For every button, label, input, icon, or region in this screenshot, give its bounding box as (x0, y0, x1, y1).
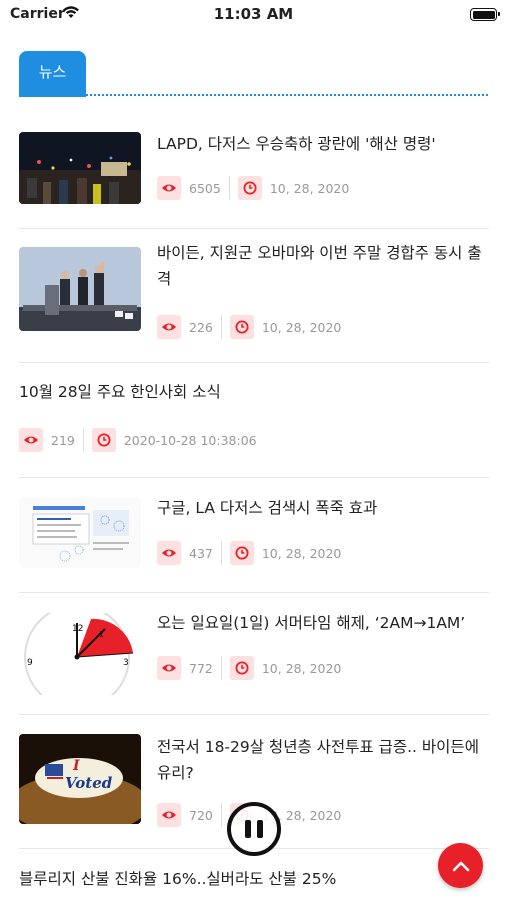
clock-numeral: 12 (72, 624, 83, 634)
sticker-text: Voted (65, 774, 113, 792)
news-meta: 219 2020-10-28 10:38:06 (19, 427, 257, 453)
clock-icon (237, 176, 262, 200)
view-count: 720 (189, 807, 213, 823)
news-title: 구글, LA 다저스 검색시 폭죽 효과 (157, 499, 378, 517)
news-title: 오는 일요일(1일) 서머타임 해제, ‘2AM→1AM’ (157, 614, 466, 632)
news-item[interactable]: 10월 28일 주요 한인사회 소식 219 2020-10-28 10:38:… (19, 363, 489, 478)
eye-icon (157, 656, 181, 680)
eye-icon (157, 541, 181, 565)
meta-divider (220, 541, 222, 565)
scroll-top-button[interactable] (438, 843, 483, 888)
news-thumbnail (19, 132, 141, 204)
view-count: 219 (51, 432, 75, 448)
clock-icon (229, 315, 254, 339)
news-item[interactable]: 12 3 9 1 오는 일요일(1일) 서머타임 해제, ‘2AM→1AM’ 7… (19, 593, 489, 715)
clock-numeral: 1 (99, 630, 104, 639)
sticker-text: I (72, 758, 80, 774)
eye-icon (19, 428, 43, 452)
news-meta: 226 10, 28, 2020 (157, 314, 341, 340)
meta-divider (82, 428, 84, 452)
news-item[interactable]: 구글, LA 다저스 검색시 폭죽 효과 437 10, 28, 2020 (19, 478, 489, 593)
news-title: 전국서 18-29살 청년층 사전투표 급증.. 바이든에 유리? (157, 738, 479, 782)
pause-icon (245, 820, 251, 838)
news-date: 10, 28, 2020 (269, 180, 350, 196)
tab-bar: 뉴스 (19, 51, 488, 97)
view-count: 437 (189, 545, 213, 561)
eye-icon (157, 176, 181, 200)
pause-button[interactable] (227, 802, 281, 856)
clock-numeral: 3 (123, 658, 129, 668)
news-meta: 772 10, 28, 2020 (157, 655, 341, 681)
news-date: 10, 28, 2020 (261, 660, 342, 676)
news-thumbnail: I Voted (19, 734, 141, 824)
view-count: 772 (189, 660, 213, 676)
news-item[interactable]: 바이든, 지원군 오바마와 이번 주말 경합주 동시 출격 226 10, 28… (19, 229, 489, 363)
clock-icon (91, 428, 116, 452)
news-meta: 437 10, 28, 2020 (157, 540, 341, 566)
clock-icon (229, 541, 254, 565)
eye-icon (157, 315, 181, 339)
news-thumbnail (19, 247, 141, 331)
news-item[interactable]: 블루리지 산불 진화율 16%..실버라도 산불 25% (19, 849, 489, 900)
news-thumbnail (19, 498, 141, 568)
view-count: 226 (189, 319, 213, 335)
meta-divider (220, 803, 222, 827)
meta-divider (220, 656, 222, 680)
eye-icon (157, 803, 181, 827)
clock-numeral: 9 (27, 658, 33, 668)
news-title: 10월 28일 주요 한인사회 소식 (19, 383, 221, 401)
news-item[interactable]: LAPD, 다저스 우승축하 광란에 '해산 명령' 6505 10, 28, … (19, 114, 489, 229)
battery-icon (470, 8, 500, 21)
news-date: 10, 28, 2020 (261, 319, 342, 335)
news-title: LAPD, 다저스 우승축하 광란에 '해산 명령' (157, 135, 436, 153)
status-bar: Carrier 11:03 AM (0, 0, 507, 30)
clock-icon (229, 656, 254, 680)
tab-news[interactable]: 뉴스 (19, 51, 86, 97)
news-list: LAPD, 다저스 우승축하 광란에 '해산 명령' 6505 10, 28, … (19, 114, 489, 900)
meta-divider (220, 315, 222, 339)
news-title: 블루리지 산불 진화율 16%..실버라도 산불 25% (19, 870, 337, 888)
news-date: 10, 28, 2020 (261, 545, 342, 561)
news-date: 2020-10-28 10:38:06 (123, 432, 257, 448)
chevron-up-icon (452, 861, 469, 871)
meta-divider (228, 176, 230, 200)
news-title: 바이든, 지원군 오바마와 이번 주말 경합주 동시 출격 (157, 244, 482, 288)
tab-underline (86, 94, 488, 96)
news-meta: 6505 10, 28, 2020 (157, 175, 349, 201)
status-time: 11:03 AM (213, 5, 294, 23)
view-count: 6505 (189, 180, 221, 196)
news-thumbnail: 12 3 9 1 (19, 613, 141, 695)
